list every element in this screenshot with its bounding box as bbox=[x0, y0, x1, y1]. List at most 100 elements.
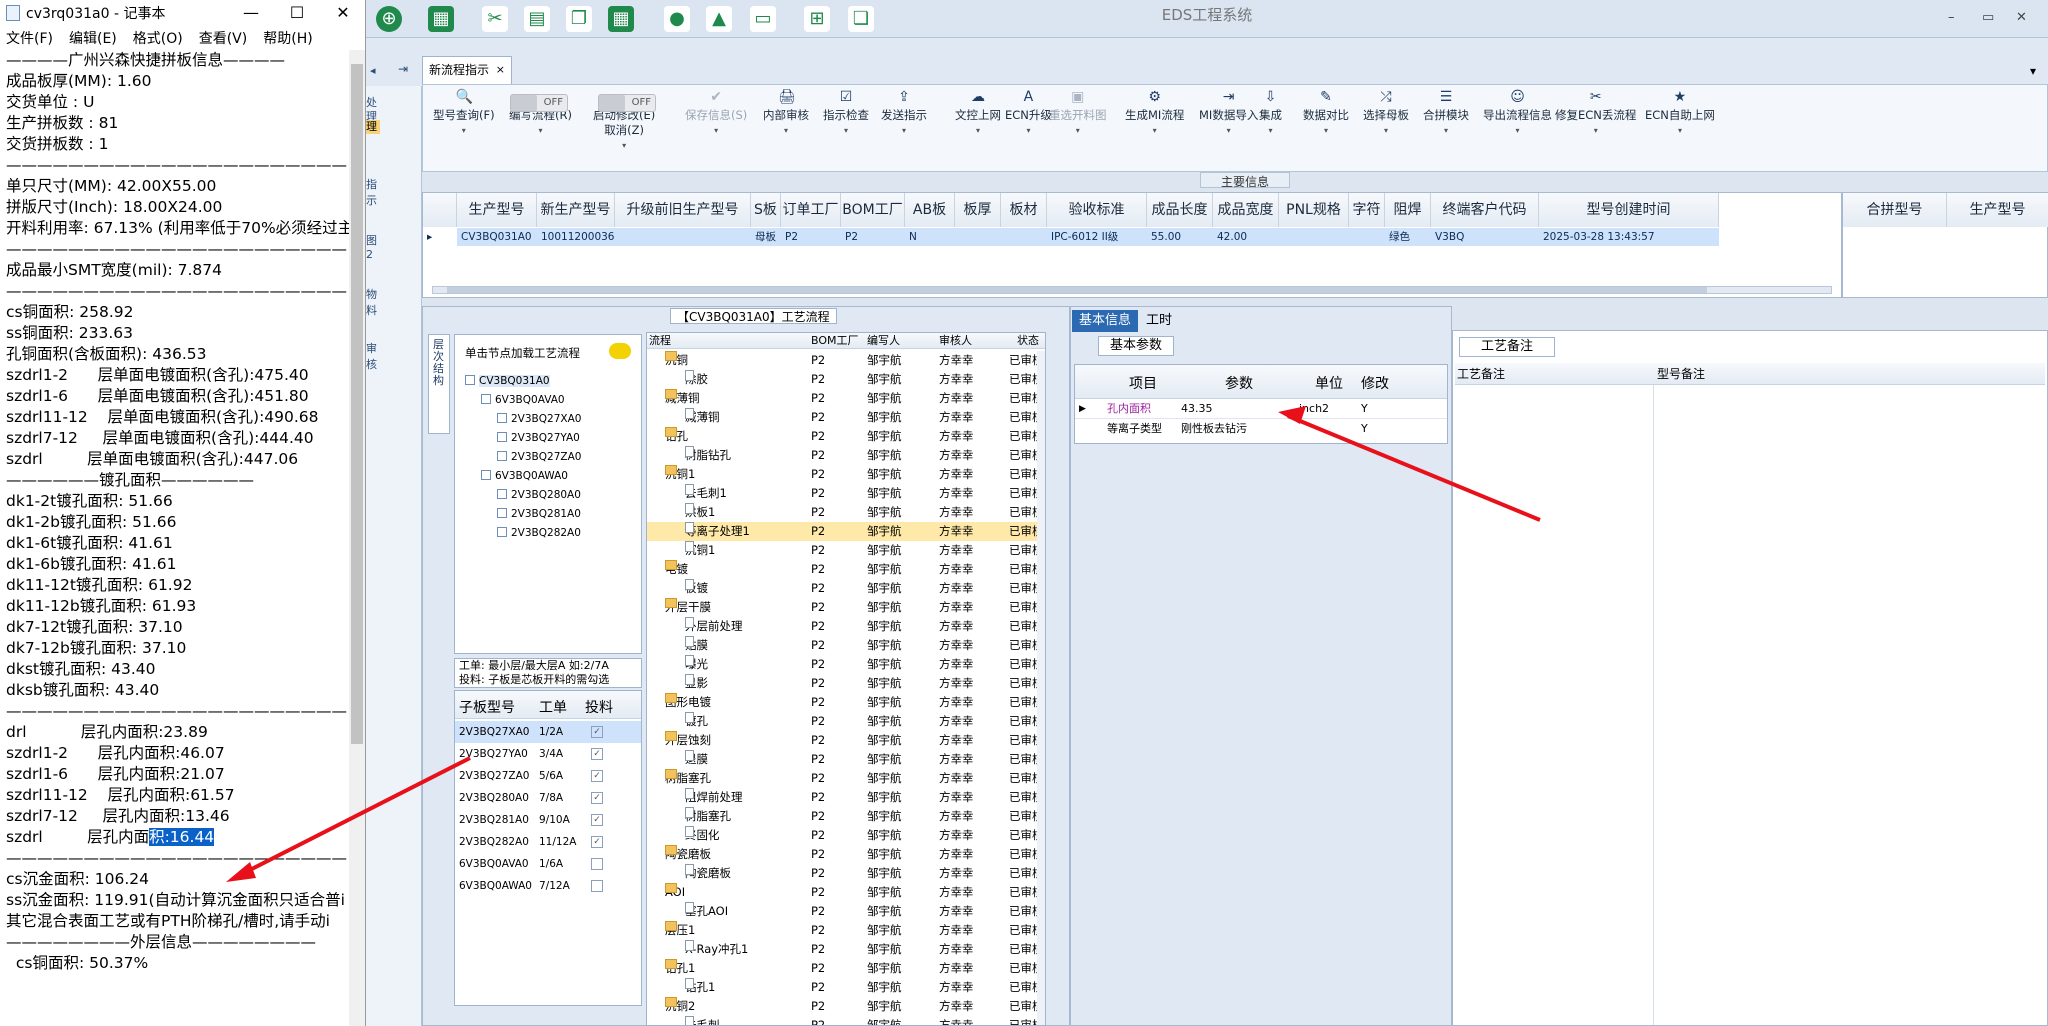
rail-item[interactable]: 指示 bbox=[366, 176, 380, 208]
tree-node[interactable]: 2V3BQ282A0 bbox=[497, 525, 581, 542]
grid-cell[interactable]: IPC-6012 II级 bbox=[1047, 228, 1147, 246]
subboard-row[interactable]: 2V3BQ281A0 9/10A ✓ bbox=[455, 809, 641, 831]
menu-help[interactable]: 帮助(H) bbox=[263, 28, 312, 48]
flow-row[interactable]: X-Ray冲孔1 P2 邹宇航 方幸幸 已审核 bbox=[647, 940, 1045, 959]
column-header[interactable]: BOM工厂 bbox=[841, 193, 905, 227]
ribbon-button[interactable]: ⤮ 选择母板 ▾ bbox=[1363, 89, 1409, 138]
column-header[interactable]: 参数 bbox=[1225, 373, 1253, 393]
flow-row[interactable]: 树脂塞孔 P2 邹宇航 方幸幸 已审核 bbox=[647, 769, 1045, 788]
grid-cell[interactable]: N bbox=[905, 228, 955, 246]
ribbon-button[interactable]: A ECN升级 ▾ bbox=[1005, 89, 1052, 138]
flow-row[interactable]: 沉铜2 P2 邹宇航 方幸幸 已审核 bbox=[647, 997, 1045, 1016]
subboard-row[interactable]: 2V3BQ280A0 7/8A ✓ bbox=[455, 787, 641, 809]
feed-checkbox[interactable]: ✓ bbox=[591, 748, 603, 760]
column-header[interactable]: 验收标准 bbox=[1047, 193, 1147, 227]
flow-row[interactable]: 去毛刺1 P2 邹宇航 方幸幸 已审核 bbox=[647, 484, 1045, 503]
chevron-down-icon[interactable]: ▾ bbox=[593, 138, 655, 153]
rail-item-active[interactable]: 理 bbox=[366, 120, 380, 134]
flow-row[interactable]: 除胶 P2 邹宇航 方幸幸 已审核 bbox=[647, 370, 1045, 389]
column-header[interactable]: 生产型号 bbox=[1947, 193, 2048, 227]
ribbon-button[interactable]: 🔍 型号查询(F) ▾ bbox=[433, 89, 495, 138]
flow-row[interactable]: 沉铜1 P2 邹宇航 方幸幸 已审核 bbox=[647, 465, 1045, 484]
chevron-down-icon[interactable]: ▾ bbox=[1125, 123, 1184, 138]
column-header[interactable]: 型号备注 bbox=[1657, 363, 1705, 385]
checkbox-icon[interactable] bbox=[497, 527, 507, 537]
flow-row[interactable]: 层压1 P2 邹宇航 方幸幸 已审核 bbox=[647, 921, 1045, 940]
flow-row[interactable]: 沉铜P2邹宇航方幸幸已审核 bbox=[647, 351, 1045, 370]
flow-row[interactable]: 树脂塞孔 P2 邹宇航 方幸幸 已审核 bbox=[647, 807, 1045, 826]
feed-checkbox[interactable] bbox=[591, 880, 603, 892]
flow-row[interactable]: 钻孔1 P2 邹宇航 方幸幸 已审核 bbox=[647, 959, 1045, 978]
flow-row[interactable]: 外层蚀刻 P2 邹宇航 方幸幸 已审核 bbox=[647, 731, 1045, 750]
scroll-left-icon[interactable]: ◂ bbox=[370, 64, 376, 77]
column-header[interactable]: 生产型号 bbox=[457, 193, 537, 227]
grid-cell[interactable] bbox=[1001, 228, 1047, 246]
ribbon-button[interactable]: ☑ 指示检查 ▾ bbox=[823, 89, 869, 138]
grid-cell[interactable]: 55.00 bbox=[1147, 228, 1213, 246]
grid-cell[interactable]: 绿色 bbox=[1385, 228, 1431, 246]
column-header[interactable]: AB板 bbox=[905, 193, 955, 227]
checkbox-icon[interactable] bbox=[497, 451, 507, 461]
rail-item[interactable]: 审核 bbox=[366, 340, 380, 372]
flow-row[interactable]: 烘板1 P2 邹宇航 方幸幸 已审核 bbox=[647, 503, 1045, 522]
column-header[interactable]: 流程 bbox=[649, 333, 671, 349]
grid-cell[interactable] bbox=[1279, 228, 1349, 246]
tab-new-flow[interactable]: 新流程指示 × bbox=[422, 56, 512, 84]
column-header[interactable]: 修改 bbox=[1361, 373, 1389, 393]
flow-row[interactable]: 减薄铜 P2 邹宇航 方幸幸 已审核 bbox=[647, 389, 1045, 408]
checkbox-icon[interactable] bbox=[497, 432, 507, 442]
column-header[interactable]: 投料 bbox=[585, 697, 613, 717]
flow-row[interactable]: AOIP2邹宇航方幸幸已审核 bbox=[647, 883, 1045, 902]
grid-cell[interactable] bbox=[615, 228, 751, 246]
checkbox-icon[interactable] bbox=[497, 489, 507, 499]
column-header[interactable]: 审核人 bbox=[939, 333, 972, 349]
tree-node[interactable]: 2V3BQ27XA0 bbox=[497, 411, 581, 428]
menu-edit[interactable]: 编辑(E) bbox=[69, 28, 117, 48]
dropdown-icon[interactable]: ▾ bbox=[2030, 64, 2036, 78]
close-button[interactable]: ✕ bbox=[320, 0, 366, 26]
chevron-down-icon[interactable]: ▾ bbox=[955, 123, 1001, 138]
tree-node[interactable]: 2V3BQ27ZA0 bbox=[497, 449, 581, 466]
column-header[interactable]: 升级前旧生产型号 bbox=[615, 193, 751, 227]
tree-node[interactable]: 6V3BQ0AVA0 bbox=[481, 392, 565, 409]
rail-item[interactable]: 图2 bbox=[366, 232, 380, 261]
flow-row[interactable]: 去毛刺 P2 邹宇航 方幸幸 已审核 bbox=[647, 1016, 1045, 1025]
write-flow-toggle[interactable]: OFF bbox=[510, 94, 568, 112]
tab-process-remarks[interactable]: 工艺备注 bbox=[1459, 337, 1555, 357]
grid-cell[interactable]: 42.00 bbox=[1213, 228, 1279, 246]
chevron-down-icon[interactable]: ▾ bbox=[685, 123, 747, 138]
chevron-down-icon[interactable]: ▾ bbox=[763, 123, 809, 138]
maximize-button[interactable]: ☐ bbox=[274, 0, 320, 26]
ribbon-button[interactable]: ☺ 导出流程信息 ▾ bbox=[1483, 89, 1552, 138]
column-header[interactable]: 字符 bbox=[1349, 193, 1385, 227]
column-header[interactable]: 板厚 bbox=[955, 193, 1001, 227]
flow-row[interactable]: 钻孔1 P2 邹宇航 方幸幸 已审核 bbox=[647, 978, 1045, 997]
flow-row[interactable]: 显影 P2 邹宇航 方幸幸 已审核 bbox=[647, 674, 1045, 693]
feed-checkbox[interactable]: ✓ bbox=[591, 792, 603, 804]
flow-row[interactable]: 减薄铜 P2 邹宇航 方幸幸 已审核 bbox=[647, 408, 1045, 427]
tree-node[interactable]: CV3BQ031A0 bbox=[465, 373, 550, 390]
flow-row[interactable]: 沉铜1 P2 邹宇航 方幸幸 已审核 bbox=[647, 541, 1045, 560]
rail-item[interactable]: 物料 bbox=[366, 286, 380, 318]
param-value[interactable]: 刚性板去钻污 bbox=[1181, 419, 1247, 439]
chevron-down-icon[interactable]: ▾ bbox=[823, 123, 869, 138]
feed-checkbox[interactable]: ✓ bbox=[591, 726, 603, 738]
column-header[interactable]: 状态 bbox=[1017, 333, 1039, 349]
column-header[interactable]: 板材 bbox=[1001, 193, 1047, 227]
checkbox-icon[interactable] bbox=[481, 470, 491, 480]
chevron-down-icon[interactable]: ▾ bbox=[1199, 123, 1258, 138]
minimize-button[interactable]: — bbox=[228, 0, 274, 26]
app-close-button[interactable]: ✕ bbox=[2016, 10, 2027, 25]
column-header[interactable]: 项目 bbox=[1129, 373, 1157, 393]
start-modify-toggle[interactable]: OFF bbox=[598, 94, 656, 112]
checkbox-icon[interactable] bbox=[497, 508, 507, 518]
column-header[interactable]: 型号创建时间 bbox=[1539, 193, 1719, 227]
chevron-down-icon[interactable]: ▾ bbox=[1483, 123, 1552, 138]
notepad-scrollbar[interactable] bbox=[349, 50, 365, 1026]
grid-cell[interactable]: P2 bbox=[781, 228, 841, 246]
chevron-down-icon[interactable]: ▾ bbox=[1049, 123, 1107, 138]
flow-row[interactable]: 曝光 P2 邹宇航 方幸幸 已审核 bbox=[647, 655, 1045, 674]
flow-row[interactable]: 镀孔 P2 邹宇航 方幸幸 已审核 bbox=[647, 712, 1045, 731]
flow-row[interactable]: 电镀P2邹宇航方幸幸已审核 bbox=[647, 560, 1045, 579]
ribbon-button[interactable]: ▣ 重选开料图 ▾ bbox=[1049, 89, 1107, 138]
